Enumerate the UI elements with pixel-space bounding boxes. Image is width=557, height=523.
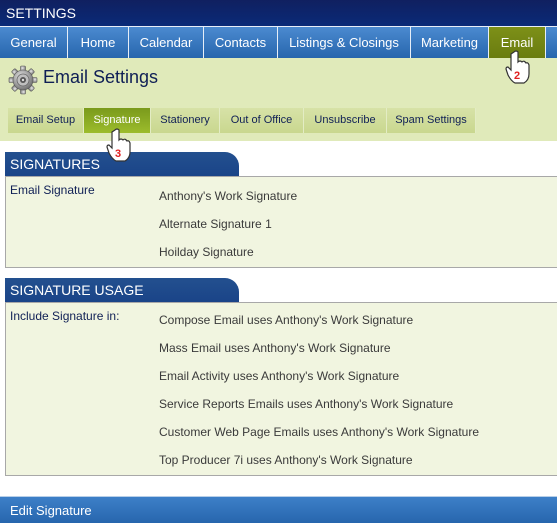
subtab-spam-settings[interactable]: Spam Settings	[387, 108, 476, 133]
signature-usage-section: Include Signature in: Compose Email uses…	[5, 302, 557, 476]
signature-item[interactable]: Anthony's Work Signature	[159, 189, 297, 203]
email-settings-subtabs: Email Setup Signature Stationery Out of …	[8, 108, 476, 133]
edit-signature-bar[interactable]: Edit Signature	[0, 496, 557, 523]
signatures-section: Email Signature Anthony's Work Signature…	[5, 176, 557, 268]
email-signature-label: Email Signature	[10, 183, 95, 197]
tab-general[interactable]: General	[0, 27, 68, 58]
usage-item[interactable]: Top Producer 7i uses Anthony's Work Sign…	[159, 453, 413, 467]
tab-calendar[interactable]: Calendar	[129, 27, 204, 58]
tab-home[interactable]: Home	[68, 27, 129, 58]
signature-usage-header-label: SIGNATURE USAGE	[10, 282, 144, 298]
tab-listings-closings[interactable]: Listings & Closings	[278, 27, 411, 58]
hand-cursor-icon: 3	[106, 128, 132, 162]
hand-cursor-icon: 2	[505, 50, 531, 84]
signature-usage-section-header: SIGNATURE USAGE	[5, 278, 239, 302]
tab-marketing[interactable]: Marketing	[411, 27, 489, 58]
signatures-header-label: SIGNATURES	[10, 156, 100, 172]
signature-item[interactable]: Hoilday Signature	[159, 245, 254, 259]
usage-item[interactable]: Mass Email uses Anthony's Work Signature	[159, 341, 391, 355]
tab-contacts[interactable]: Contacts	[204, 27, 278, 58]
window-title: SETTINGS	[6, 5, 77, 21]
window-title-bar: SETTINGS	[0, 0, 557, 26]
subtab-out-of-office[interactable]: Out of Office	[220, 108, 304, 133]
usage-item[interactable]: Service Reports Emails uses Anthony's Wo…	[159, 397, 453, 411]
top-navigation: General Home Calendar Contacts Listings …	[0, 26, 557, 58]
usage-item[interactable]: Email Activity uses Anthony's Work Signa…	[159, 369, 399, 383]
subtab-stationery[interactable]: Stationery	[151, 108, 220, 133]
subtab-email-setup[interactable]: Email Setup	[8, 108, 84, 133]
usage-item[interactable]: Compose Email uses Anthony's Work Signat…	[159, 313, 413, 327]
usage-item[interactable]: Customer Web Page Emails uses Anthony's …	[159, 425, 479, 439]
subtab-unsubscribe[interactable]: Unsubscribe	[304, 108, 387, 133]
step-2-number: 2	[514, 70, 520, 82]
signature-item[interactable]: Alternate Signature 1	[159, 217, 272, 231]
step-3-number: 3	[115, 148, 121, 160]
gear-icon	[8, 65, 38, 95]
email-settings-header: Email Settings Email Setup Signature Sta…	[0, 58, 557, 141]
include-signature-label: Include Signature in:	[10, 309, 120, 323]
edit-signature-label: Edit Signature	[10, 503, 92, 518]
page-title: Email Settings	[43, 67, 159, 87]
